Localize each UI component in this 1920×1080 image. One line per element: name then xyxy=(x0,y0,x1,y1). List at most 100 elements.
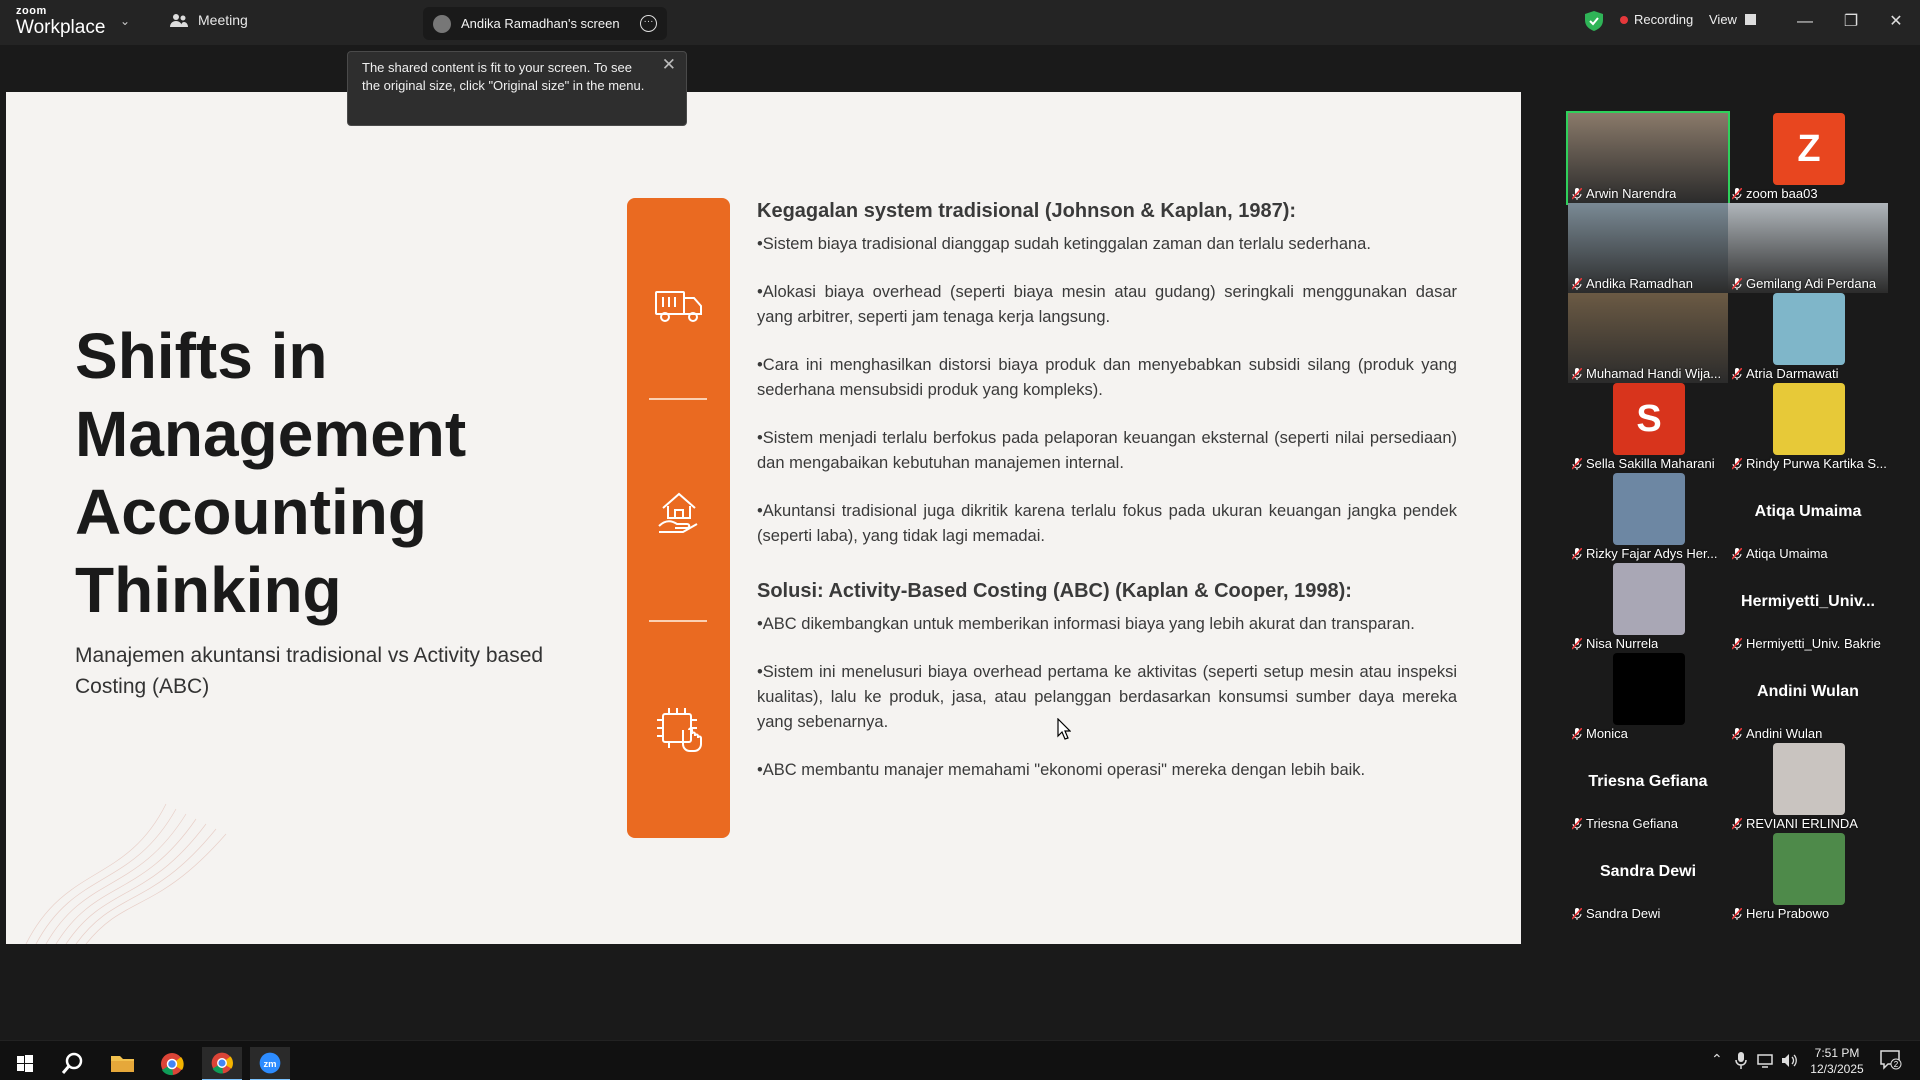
participant-name-bar: Gemilang Adi Perdana xyxy=(1732,276,1876,291)
muted-mic-icon xyxy=(1732,547,1742,560)
section2-bullet: •Sistem ini menelusuri biaya overhead pe… xyxy=(757,663,1457,731)
shared-screen-tab[interactable]: Andika Ramadhan's screen ··· xyxy=(423,7,667,40)
logo-big-text: Workplace xyxy=(16,17,106,38)
restore-button[interactable]: ❐ xyxy=(1831,8,1871,36)
view-button[interactable]: View xyxy=(1709,12,1756,27)
participant-tile[interactable]: Hermiyetti_Univ... Hermiyetti_Univ. Bakri… xyxy=(1728,563,1888,653)
microphone-icon[interactable] xyxy=(1735,1052,1747,1069)
system-clock[interactable]: 7:51 PM 12/3/2025 xyxy=(1802,1045,1872,1077)
participant-name: Hermiyetti_Univ. Bakrie xyxy=(1746,636,1881,651)
participant-tile[interactable]: Gemilang Adi Perdana xyxy=(1728,203,1888,293)
zoom-workplace-logo[interactable]: zoom Workplace xyxy=(16,5,106,38)
section2-bullet: •ABC membantu manajer memahami "ekonomi … xyxy=(757,761,1366,779)
muted-mic-icon xyxy=(1732,727,1742,740)
participant-tile[interactable]: Heru Prabowo xyxy=(1728,833,1888,923)
close-window-button[interactable]: ✕ xyxy=(1876,8,1916,36)
chrome-icon[interactable] xyxy=(152,1047,192,1080)
bar-divider xyxy=(649,620,707,622)
file-explorer-icon[interactable] xyxy=(102,1047,142,1080)
participant-name-bar: Rizky Fajar Adys Her... xyxy=(1572,546,1717,561)
participant-tile[interactable]: REVIANI ERLINDA xyxy=(1728,743,1888,833)
search-icon[interactable] xyxy=(52,1047,92,1080)
muted-mic-icon xyxy=(1572,277,1582,290)
participant-name: Muhamad Handi Wija... xyxy=(1586,366,1722,381)
volume-icon[interactable] xyxy=(1781,1053,1799,1068)
more-options-icon[interactable]: ··· xyxy=(640,15,657,32)
muted-mic-icon xyxy=(1572,457,1582,470)
participant-tile[interactable]: Rindy Purwa Kartika S... xyxy=(1728,383,1888,473)
muted-mic-icon xyxy=(1732,367,1742,380)
participant-name-bar: Atiqa Umaima xyxy=(1732,546,1828,561)
section2-bullet: •ABC dikembangkan untuk memberikan infor… xyxy=(757,615,1415,633)
muted-mic-icon xyxy=(1572,817,1582,830)
participant-tile[interactable]: Muhamad Handi Wija... xyxy=(1568,293,1728,383)
slide-content: Kegagalan system tradisional (Johnson & … xyxy=(757,200,1457,806)
network-icon[interactable] xyxy=(1757,1053,1775,1068)
section1-bullet: •Alokasi biaya overhead (seperti biaya m… xyxy=(757,283,1457,326)
avatar xyxy=(1613,653,1685,725)
participant-name-bar: Monica xyxy=(1572,726,1628,741)
zoom-app-icon[interactable]: zm xyxy=(250,1047,290,1080)
close-icon[interactable]: ✕ xyxy=(662,56,676,74)
participant-name: Sella Sakilla Maharani xyxy=(1586,456,1715,471)
participant-tile[interactable]: Monica xyxy=(1568,653,1728,743)
participant-name: Triesna Gefiana xyxy=(1586,816,1679,831)
zoom-window: zoom Workplace ⌄ Meeting Andika Ramadhan… xyxy=(0,0,1920,1080)
participant-display-name: Atiqa Umaima xyxy=(1754,503,1862,520)
participant-name: Monica xyxy=(1586,726,1628,741)
slide-title: Shifts in Management Accounting Thinking xyxy=(75,320,467,626)
muted-mic-icon xyxy=(1572,727,1582,740)
muted-mic-icon xyxy=(1732,457,1742,470)
participant-name-bar: Atria Darmawati xyxy=(1732,366,1838,381)
muted-mic-icon xyxy=(1732,817,1742,830)
meeting-button[interactable]: Meeting xyxy=(170,12,248,28)
minimize-button[interactable]: — xyxy=(1785,8,1825,36)
participant-name: zoom baa03 xyxy=(1746,186,1818,201)
wave-decoration xyxy=(25,803,227,944)
participant-tile[interactable]: Sandra Dewi Sandra Dewi xyxy=(1568,833,1728,923)
mouse-cursor-icon xyxy=(1057,718,1071,740)
muted-mic-icon xyxy=(1572,637,1582,650)
participant-name: Heru Prabowo xyxy=(1746,906,1830,921)
home-hand-icon xyxy=(658,492,698,533)
muted-mic-icon xyxy=(1732,187,1742,200)
participant-name: Rindy Purwa Kartika S... xyxy=(1746,456,1886,471)
participant-tile[interactable]: Andika Ramadhan xyxy=(1568,203,1728,293)
notification-center-icon[interactable]: 2 xyxy=(1880,1050,1902,1070)
show-hidden-icons-icon[interactable]: ⌃ xyxy=(1711,1051,1723,1068)
windows-start-icon[interactable] xyxy=(4,1047,44,1080)
avatar xyxy=(1773,293,1845,365)
recording-dot-icon xyxy=(1620,15,1628,24)
recording-indicator[interactable]: Recording xyxy=(1620,12,1693,27)
svg-text:2: 2 xyxy=(1894,1060,1899,1069)
participant-tile[interactable]: Rizky Fajar Adys Her... xyxy=(1568,473,1728,563)
chevron-down-icon[interactable]: ⌄ xyxy=(120,14,130,28)
participant-tile[interactable]: Atria Darmawati xyxy=(1728,293,1888,383)
section2-heading: Solusi: Activity-Based Costing (ABC) (Ka… xyxy=(757,580,1352,602)
chrome-active-icon[interactable] xyxy=(202,1047,242,1080)
avatar xyxy=(1773,383,1845,455)
muted-mic-icon xyxy=(1732,907,1742,920)
participant-name-bar: REVIANI ERLINDA xyxy=(1732,816,1858,831)
participant-tile[interactable]: S Sella Sakilla Maharani xyxy=(1568,383,1728,473)
logo-small-text: zoom xyxy=(16,5,47,17)
participant-tile[interactable]: Zzoom baa03 xyxy=(1728,113,1888,203)
muted-mic-icon xyxy=(1572,547,1582,560)
participant-tile[interactable]: Arwin Narendra xyxy=(1566,111,1730,205)
participant-name: Andika Ramadhan xyxy=(1586,276,1693,291)
participant-name-bar: Andini Wulan xyxy=(1732,726,1822,741)
muted-mic-icon xyxy=(1572,187,1582,200)
participant-tile[interactable]: Nisa Nurrela xyxy=(1568,563,1728,653)
participant-tile[interactable]: Andini Wulan Andini Wulan xyxy=(1728,653,1888,743)
section1-heading: Kegagalan system tradisional (Johnson & … xyxy=(757,200,1297,222)
slide-subtitle: Manajemen akuntansi tradisional vs Activ… xyxy=(75,644,544,698)
shield-check-icon[interactable] xyxy=(1585,11,1603,31)
participant-tile[interactable]: Triesna Gefiana Triesna Gefiana xyxy=(1568,743,1728,833)
svg-text:zm: zm xyxy=(263,1058,276,1069)
orange-icon-bar xyxy=(627,198,730,838)
section1-bullet: •Akuntansi tradisional juga dikritik kar… xyxy=(757,502,1457,545)
participant-name: Rizky Fajar Adys Her... xyxy=(1586,546,1718,561)
section1-bullet: •Cara ini menghasilkan distorsi biaya pr… xyxy=(757,356,1457,399)
participant-tile[interactable]: Atiqa Umaima Atiqa Umaima xyxy=(1728,473,1888,563)
muted-mic-icon xyxy=(1572,367,1582,380)
